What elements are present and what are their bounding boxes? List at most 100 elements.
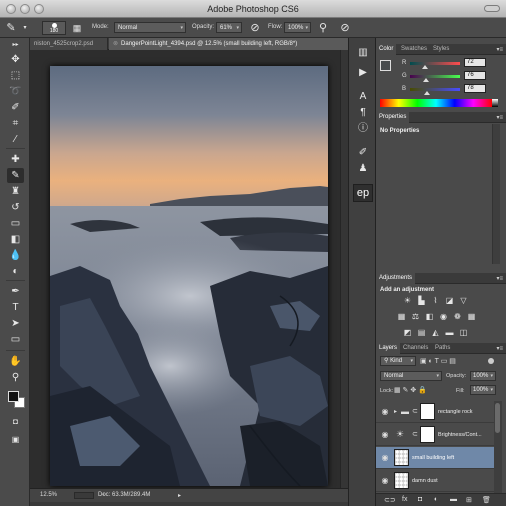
pressure-size-icon[interactable]: ⊘	[338, 21, 352, 35]
r-slider[interactable]	[410, 62, 460, 65]
move-tool-icon[interactable]: ✥	[7, 52, 24, 67]
curves-icon[interactable]: ⌇	[430, 296, 441, 305]
flow-field[interactable]: 100% ▾	[284, 22, 311, 33]
tab-color[interactable]: Color	[376, 44, 397, 55]
layer-filter-kind-select[interactable]: ⚲ Kind ▾	[380, 356, 416, 366]
tab-channels[interactable]: Channels	[400, 343, 431, 354]
adjustments-panel-menu-icon[interactable]: ▾≡	[496, 275, 503, 282]
shape-tool-icon[interactable]: ▭	[7, 332, 24, 347]
r-slider-thumb[interactable]	[422, 65, 428, 69]
history-panel-icon[interactable]: ▥	[356, 46, 370, 60]
hue-saturation-icon[interactable]: ▦	[396, 312, 407, 321]
exposure-icon[interactable]: ◪	[444, 296, 455, 305]
black-white-icon[interactable]: ◧	[424, 312, 435, 321]
layer-row-small-building-left[interactable]: ◉ small building left	[376, 447, 494, 469]
dodge-tool-icon[interactable]: ◐	[7, 264, 24, 279]
history-brush-tool-icon[interactable]: ↺	[7, 200, 24, 215]
layer-name[interactable]: small building left	[412, 455, 454, 461]
tools-collapse-icon[interactable]: ▸▸	[7, 38, 24, 53]
layer-mask-thumbnail[interactable]	[420, 403, 435, 420]
layer-thumbnail[interactable]	[394, 472, 409, 489]
marquee-tool-icon[interactable]: ⬚	[7, 68, 24, 83]
posterize-icon[interactable]: ▤	[416, 328, 427, 337]
color-spectrum-ramp[interactable]	[380, 99, 492, 107]
tab-document-2[interactable]: ⊗ DangerPointLight_4394.psd @ 12.5% (smal…	[109, 38, 348, 50]
canvas-area[interactable]	[30, 50, 348, 488]
expand-group-icon[interactable]: ▸	[394, 408, 397, 415]
link-layers-icon[interactable]: ⊂⊃	[384, 496, 396, 504]
brush-tool-preset-icon[interactable]: ✎	[4, 21, 18, 35]
layer-opacity-field[interactable]: 100% ▾	[470, 371, 496, 381]
quick-mask-icon[interactable]: ◘	[7, 414, 24, 429]
character-panel-icon[interactable]: A	[356, 90, 370, 104]
black-white-ramp[interactable]	[492, 99, 498, 107]
gradient-map-icon[interactable]: ▬	[444, 328, 455, 337]
status-menu-arrow-icon[interactable]: ▸	[178, 492, 181, 499]
layer-row-brightness-contrast[interactable]: ◉ ☀ ⊂ Brightness/Cont...	[376, 424, 494, 446]
r-value-field[interactable]: 72	[464, 58, 486, 67]
crop-tool-icon[interactable]: ⌗	[7, 116, 24, 131]
eye-icon[interactable]: ◉	[380, 430, 390, 440]
layer-filter-toggle[interactable]	[488, 358, 494, 364]
close-tab-icon[interactable]: ⊗	[113, 41, 118, 47]
threshold-icon[interactable]: ◭	[430, 328, 441, 337]
add-mask-icon[interactable]: ◘	[418, 496, 422, 503]
eye-icon[interactable]: ◉	[380, 453, 390, 463]
tab-swatches[interactable]: Swatches	[398, 44, 430, 55]
info-panel-icon[interactable]: ⓘ	[356, 122, 370, 136]
color-panel-menu-icon[interactable]: ▾≡	[496, 46, 503, 53]
b-slider-thumb[interactable]	[424, 91, 430, 95]
color-lookup-icon[interactable]: ▦	[466, 312, 477, 321]
delete-layer-icon[interactable]: 🗑	[482, 496, 491, 504]
color-balance-icon[interactable]: ⚖	[410, 312, 421, 321]
lock-options-icons[interactable]: ▦ ✎ ✥ 🔒	[394, 386, 427, 394]
healing-brush-tool-icon[interactable]: ✚	[7, 152, 24, 167]
g-value-field[interactable]: 76	[464, 71, 486, 80]
properties-scrollbar[interactable]	[492, 124, 500, 264]
invert-icon[interactable]: ◩	[402, 328, 413, 337]
vibrance-icon[interactable]: ▽	[458, 296, 469, 305]
plugin-panel-button[interactable]: ep	[353, 184, 373, 202]
levels-icon[interactable]: ▙	[416, 296, 427, 305]
clone-stamp-tool-icon[interactable]: ♜	[7, 184, 24, 199]
layer-name[interactable]: rectangle rock	[438, 409, 473, 415]
quick-selection-tool-icon[interactable]: ✐	[7, 100, 24, 115]
tab-layers[interactable]: Layers	[376, 343, 401, 354]
preset-dropdown-icon[interactable]: ▾	[18, 21, 32, 35]
tab-styles[interactable]: Styles	[430, 44, 452, 55]
new-adjustment-icon[interactable]: ◐	[434, 496, 438, 503]
eyedropper-tool-icon[interactable]: ⁄	[7, 132, 24, 147]
toolbar-toggle-button[interactable]	[484, 5, 500, 12]
gradient-tool-icon[interactable]: ◧	[7, 232, 24, 247]
layer-blend-mode-select[interactable]: Normal ▾	[380, 371, 442, 381]
channel-mixer-icon[interactable]: ❁	[452, 312, 463, 321]
mode-select[interactable]: Normal ▾	[114, 22, 186, 33]
brush-size-picker[interactable]: 180	[42, 21, 66, 35]
opacity-field[interactable]: 61% ▾	[216, 22, 242, 33]
layer-style-icon[interactable]: fx	[402, 496, 407, 503]
document-vertical-scrollbar[interactable]	[340, 50, 348, 488]
selective-color-icon[interactable]: ◫	[458, 328, 469, 337]
tab-paths[interactable]: Paths	[432, 343, 453, 354]
layer-name[interactable]: Brightness/Cont...	[438, 432, 482, 438]
brush-panel-toggle-icon[interactable]: ▦	[70, 21, 84, 35]
pen-tool-icon[interactable]: ✒	[7, 284, 24, 299]
layer-row-damn-dust[interactable]: ◉ damn dust	[376, 470, 494, 492]
g-slider-thumb[interactable]	[423, 78, 429, 82]
layer-mask-thumbnail[interactable]	[420, 426, 435, 443]
new-layer-icon[interactable]: ⊞	[466, 496, 472, 504]
layer-fill-field[interactable]: 100% ▾	[470, 385, 496, 395]
type-tool-icon[interactable]: T	[7, 300, 24, 315]
eye-icon[interactable]: ◉	[380, 407, 390, 417]
g-slider[interactable]	[410, 75, 460, 78]
brush-tool-icon[interactable]: ✎	[7, 168, 24, 183]
screen-mode-icon[interactable]: ▣	[7, 432, 24, 447]
layer-row-rectangle-rock[interactable]: ◉ ▸ ▬ ⊂ rectangle rock	[376, 401, 494, 423]
zoom-level[interactable]: 12.5%	[40, 492, 57, 498]
tab-adjustments[interactable]: Adjustments	[376, 273, 416, 284]
eye-icon[interactable]: ◉	[380, 476, 390, 486]
layer-filter-icons[interactable]: ▣ ◐ T ▭ ▤	[420, 357, 456, 365]
properties-panel-menu-icon[interactable]: ▾≡	[496, 114, 503, 121]
new-group-icon[interactable]: ▬	[450, 496, 457, 503]
zoom-tool-icon[interactable]: ⚲	[7, 370, 24, 385]
